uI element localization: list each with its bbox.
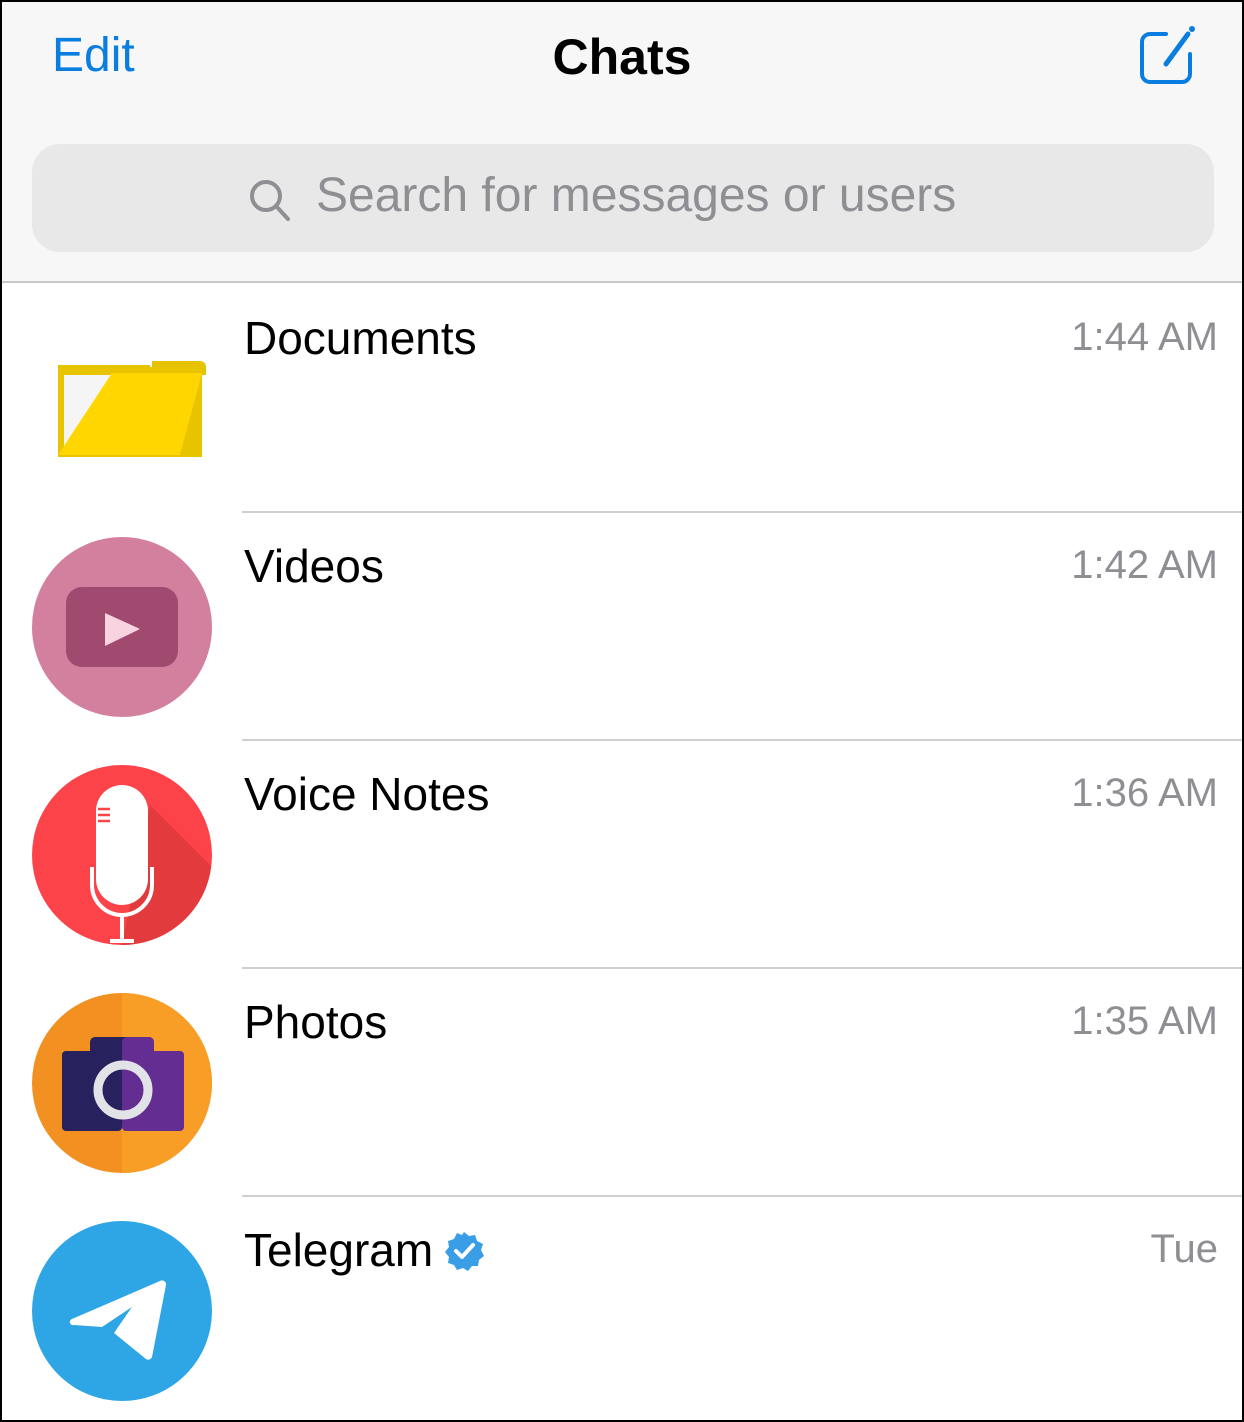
chat-time: 1:36 AM: [1071, 771, 1218, 815]
telegram-plane-icon: [32, 1221, 212, 1401]
chat-row-photos[interactable]: Photos 1:35 AM: [2, 969, 1242, 1197]
chat-time: Tue: [1150, 1227, 1218, 1271]
navigation-header: Edit Chats Search for messages or users: [2, 2, 1242, 283]
chat-list: Documents 1:44 AM Videos 1:42 AM Voice N…: [2, 285, 1242, 1420]
camera-icon: [32, 993, 212, 1173]
edit-button[interactable]: Edit: [52, 28, 135, 83]
chat-row-videos[interactable]: Videos 1:42 AM: [2, 513, 1242, 741]
chat-time: 1:35 AM: [1071, 999, 1218, 1043]
chat-time: 1:42 AM: [1071, 543, 1218, 587]
chat-name: Telegram: [244, 1223, 485, 1277]
chat-name: Documents: [244, 312, 477, 364]
compose-button[interactable]: [1136, 22, 1202, 88]
microphone-icon: [32, 765, 212, 945]
chat-name: Voice Notes: [244, 768, 490, 820]
chat-row-voice-notes[interactable]: Voice Notes 1:36 AM: [2, 741, 1242, 969]
verified-badge-icon: [445, 1232, 485, 1271]
compose-icon: [1140, 26, 1195, 84]
search-placeholder: Search for messages or users: [316, 169, 957, 222]
folder-icon: [58, 361, 206, 457]
chat-name: Photos: [244, 996, 388, 1048]
search-icon: [250, 180, 290, 221]
page-title: Chats: [552, 29, 692, 85]
search-input[interactable]: Search for messages or users: [32, 144, 1214, 252]
video-play-icon: [32, 537, 212, 717]
chat-name-text: Telegram: [244, 1224, 434, 1276]
chat-row-documents[interactable]: Documents 1:44 AM: [2, 285, 1242, 513]
chat-time: 1:44 AM: [1071, 315, 1218, 359]
chats-screen: Edit Chats Search for messages or users: [2, 2, 1242, 1420]
chat-name: Videos: [244, 540, 384, 592]
chat-row-telegram[interactable]: Telegram Tue: [2, 1197, 1242, 1420]
